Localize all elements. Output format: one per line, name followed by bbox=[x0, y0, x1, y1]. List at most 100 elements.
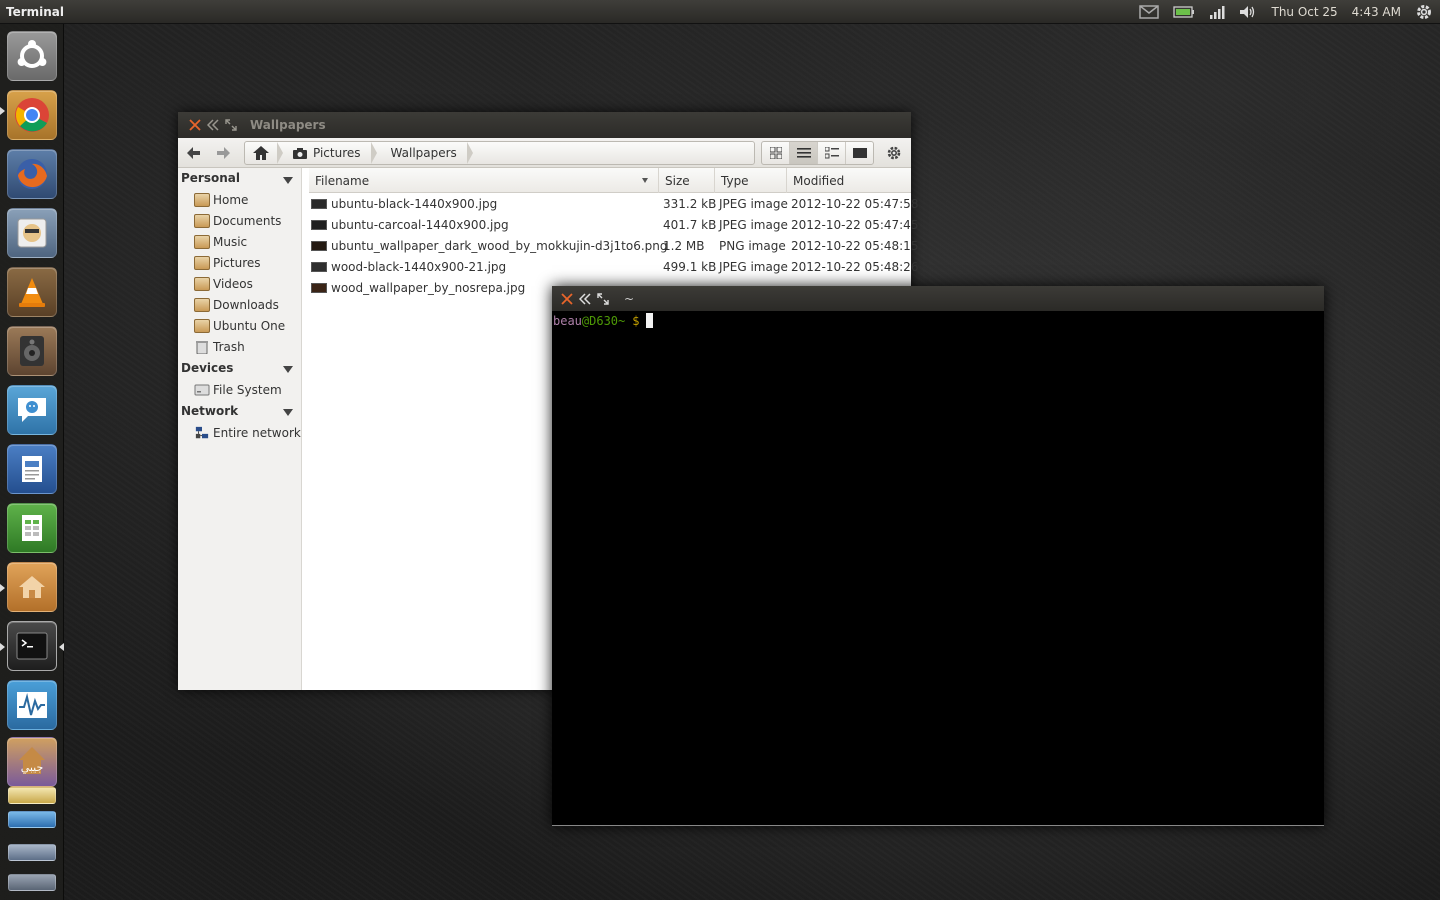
indicator-area: Thu Oct 25 4:43 AM bbox=[1132, 0, 1440, 24]
column-modified[interactable]: Modified bbox=[787, 168, 911, 193]
terminal-titlebar[interactable]: ~ bbox=[552, 286, 1324, 311]
sidebar-item-trash[interactable]: Trash bbox=[194, 337, 245, 357]
file-size: 499.1 kB bbox=[663, 259, 717, 274]
breadcrumb-home[interactable] bbox=[245, 142, 277, 164]
file-manager-titlebar[interactable]: Wallpapers bbox=[178, 112, 911, 138]
dash-home-button[interactable] bbox=[7, 31, 57, 81]
sidebar-item-music[interactable]: Music bbox=[194, 232, 247, 252]
running-indicator bbox=[0, 107, 5, 115]
running-indicator bbox=[0, 643, 5, 651]
icon-view-button[interactable] bbox=[762, 142, 790, 164]
clock-date[interactable]: Thu Oct 25 bbox=[1264, 0, 1344, 24]
shell-prompt[interactable]: beau @D630 ~ $ bbox=[553, 313, 653, 328]
minimize-icon[interactable] bbox=[576, 290, 594, 308]
image-thumbnail bbox=[311, 219, 327, 230]
svg-text:جيبي: جيبي bbox=[21, 761, 44, 774]
file-size: 1.2 MB bbox=[663, 238, 705, 253]
vlc-cone-icon bbox=[19, 278, 45, 307]
launcher-shotwell[interactable] bbox=[7, 208, 57, 258]
column-type[interactable]: Type bbox=[715, 168, 787, 193]
battery-icon[interactable] bbox=[1166, 0, 1202, 24]
prompt-user: beau bbox=[553, 313, 582, 328]
launcher-writer[interactable] bbox=[7, 444, 57, 494]
sidebar-item-file-system[interactable]: File System bbox=[194, 380, 282, 400]
places-sidebar: Personal Home Documents Music Pictures V… bbox=[178, 168, 302, 690]
folder-documents-icon bbox=[194, 214, 210, 228]
mail-icon[interactable] bbox=[1132, 0, 1166, 24]
launcher-rhythmbox[interactable] bbox=[7, 326, 57, 376]
close-icon[interactable] bbox=[186, 116, 204, 134]
coverflow-view-button[interactable] bbox=[846, 142, 873, 164]
maximize-icon[interactable] bbox=[594, 290, 612, 308]
gear-icon[interactable] bbox=[1408, 0, 1440, 24]
minimize-icon[interactable] bbox=[204, 116, 222, 134]
sidebar-section-network: Network bbox=[181, 404, 239, 418]
settings-button[interactable] bbox=[884, 143, 904, 163]
table-row[interactable]: ubuntu-black-1440x900.jpg 331.2 kB JPEG … bbox=[309, 193, 918, 214]
sort-descending-icon bbox=[642, 178, 648, 183]
file-size: 401.7 kB bbox=[663, 217, 717, 232]
breadcrumb-label: Wallpapers bbox=[390, 146, 457, 160]
compact-view-button[interactable] bbox=[818, 142, 846, 164]
forward-button[interactable] bbox=[212, 144, 234, 162]
table-row[interactable]: ubuntu_wallpaper_dark_wood_by_mokkujin-d… bbox=[309, 235, 918, 256]
launcher-vlc[interactable] bbox=[7, 267, 57, 317]
network-signal-icon[interactable] bbox=[1202, 0, 1232, 24]
launcher-stack-trash[interactable] bbox=[8, 874, 56, 891]
close-icon[interactable] bbox=[558, 290, 576, 308]
window-title: Wallpapers bbox=[250, 118, 326, 132]
launcher-system-monitor[interactable] bbox=[7, 680, 57, 730]
folder-ubuntu-one-icon bbox=[194, 319, 210, 333]
table-row[interactable]: ubuntu-carcoal-1440x900.jpg 401.7 kB JPE… bbox=[309, 214, 918, 235]
file-modified: 2012-10-22 05:47:45 bbox=[791, 217, 919, 232]
compact-list-icon bbox=[824, 147, 839, 159]
launcher-home-folder[interactable] bbox=[7, 562, 57, 612]
sidebar-item-ubuntu-one[interactable]: Ubuntu One bbox=[194, 316, 285, 336]
launcher-stack-text-editor[interactable] bbox=[8, 787, 56, 804]
launcher-calc[interactable] bbox=[7, 503, 57, 553]
terminal-icon bbox=[16, 632, 48, 660]
list-view-button[interactable] bbox=[790, 142, 818, 164]
top-panel: Terminal Thu Oct 25 4:43 AM bbox=[0, 0, 1440, 24]
launcher-stack-remote-desktop[interactable] bbox=[8, 811, 56, 828]
preview-icon bbox=[852, 148, 867, 158]
spreadsheet-icon bbox=[22, 515, 42, 541]
collapse-arrow-icon[interactable] bbox=[283, 177, 293, 184]
maximize-icon[interactable] bbox=[222, 116, 240, 134]
launcher-terminal[interactable] bbox=[7, 621, 57, 671]
collapse-arrow-icon[interactable] bbox=[283, 409, 293, 416]
sidebar-item-videos[interactable]: Videos bbox=[194, 274, 253, 294]
image-thumbnail bbox=[311, 282, 327, 293]
folder-music-icon bbox=[194, 235, 210, 249]
launcher-firefox[interactable] bbox=[7, 149, 57, 199]
volume-icon[interactable] bbox=[1232, 0, 1264, 24]
sidebar-item-pictures[interactable]: Pictures bbox=[194, 253, 261, 273]
collapse-arrow-icon[interactable] bbox=[283, 366, 293, 373]
file-size: 331.2 kB bbox=[663, 196, 717, 211]
active-indicator bbox=[59, 643, 64, 651]
sidebar-item-downloads[interactable]: Downloads bbox=[194, 295, 279, 315]
sidebar-item-home[interactable]: Home bbox=[194, 190, 248, 210]
launcher-arabic-app[interactable]: جيبي bbox=[7, 737, 57, 787]
back-button[interactable] bbox=[183, 144, 205, 162]
column-size[interactable]: Size bbox=[659, 168, 715, 193]
home-icon bbox=[253, 146, 269, 160]
harddisk-icon bbox=[194, 384, 210, 396]
file-modified: 2012-10-22 05:47:58 bbox=[791, 196, 919, 211]
chrome-icon bbox=[15, 98, 49, 132]
table-row[interactable]: wood-black-1440x900-21.jpg 499.1 kB JPEG… bbox=[309, 256, 918, 277]
column-filename[interactable]: Filename bbox=[309, 168, 659, 193]
document-icon bbox=[22, 456, 42, 482]
ubuntu-logo-icon bbox=[17, 40, 47, 68]
breadcrumb-pictures[interactable]: Pictures bbox=[283, 142, 371, 164]
sidebar-item-documents[interactable]: Documents bbox=[194, 211, 281, 231]
launcher-chrome[interactable] bbox=[7, 90, 57, 140]
launcher-empathy[interactable] bbox=[7, 385, 57, 435]
sidebar-item-entire-network[interactable]: Entire network bbox=[194, 423, 301, 443]
breadcrumb-label: Pictures bbox=[313, 146, 361, 160]
clock-time[interactable]: 4:43 AM bbox=[1345, 0, 1408, 24]
file-name: ubuntu_wallpaper_dark_wood_by_mokkujin-d… bbox=[331, 238, 668, 253]
launcher-stack-installer[interactable] bbox=[8, 844, 56, 861]
breadcrumb-wallpapers[interactable]: Wallpapers bbox=[377, 142, 467, 164]
grid-icon bbox=[769, 147, 782, 159]
